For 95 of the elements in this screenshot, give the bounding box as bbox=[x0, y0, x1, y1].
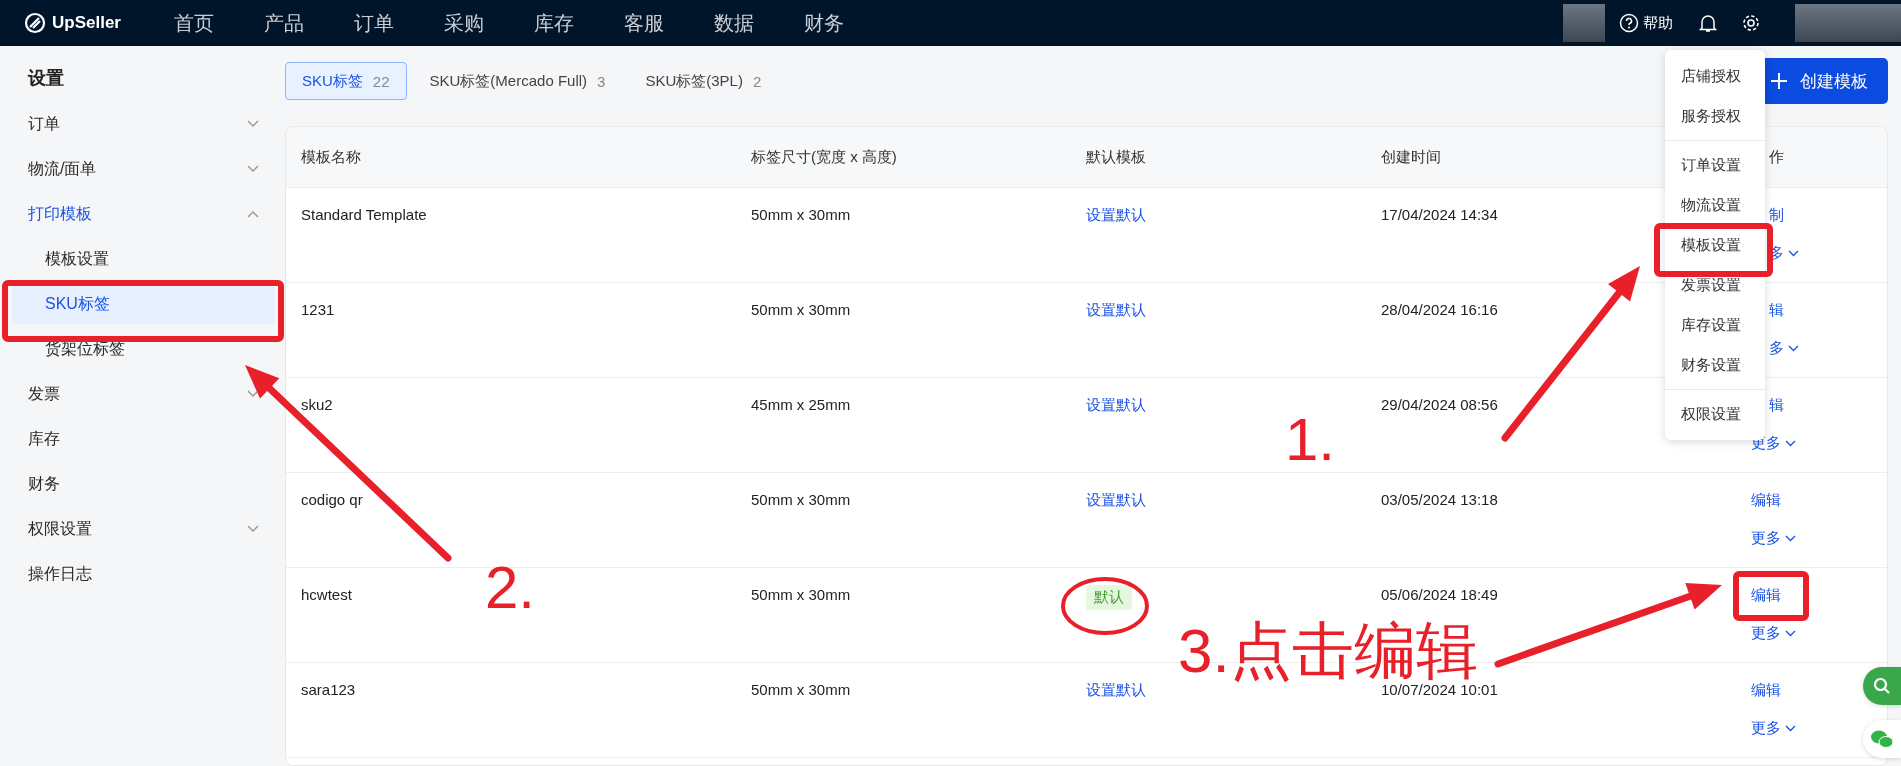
tab-count: 22 bbox=[372, 72, 390, 90]
sidebar-subitem[interactable]: SKU标签 bbox=[12, 284, 275, 324]
column-header: 模板名称 bbox=[301, 147, 361, 167]
menu-item[interactable]: 财务设置 bbox=[1665, 345, 1765, 385]
table-cell: 50mm x 30mm bbox=[751, 680, 851, 700]
default-tag: 默认 bbox=[1086, 585, 1132, 610]
table-cell: 45mm x 25mm bbox=[751, 395, 851, 415]
plus-icon bbox=[1770, 72, 1788, 90]
logo-icon bbox=[24, 12, 46, 34]
action-link[interactable]: 辑 bbox=[1769, 395, 1784, 415]
table-cell-text: 10/07/2024 10:01 bbox=[1381, 681, 1498, 700]
annotation-text: 2. bbox=[485, 558, 536, 618]
table-cell: sara123 bbox=[301, 680, 356, 700]
chevron-icon bbox=[247, 165, 259, 173]
chat-bubbles-icon bbox=[1870, 729, 1894, 749]
table-cell: 05/06/2024 18:49 bbox=[1381, 585, 1498, 605]
set-default-link[interactable]: 设置默认 bbox=[1086, 301, 1146, 318]
table-cell: 50mm x 30mm bbox=[751, 490, 851, 510]
nav-item[interactable]: 财务 bbox=[804, 9, 894, 37]
nav-item[interactable]: 库存 bbox=[534, 9, 624, 37]
action-link[interactable]: 编辑 bbox=[1751, 490, 1781, 510]
sidebar-item[interactable]: 订单 bbox=[0, 104, 275, 144]
annotation-text: 1. bbox=[1285, 410, 1336, 470]
nav-item[interactable]: 产品 bbox=[264, 9, 354, 37]
more-link[interactable]: 更多 bbox=[1751, 624, 1796, 643]
table-cell: 50mm x 30mm bbox=[751, 300, 851, 320]
sidebar-title: 设置 bbox=[26, 67, 65, 90]
table-cell: Standard Template bbox=[301, 205, 427, 225]
table-cell: sku2 bbox=[301, 395, 333, 415]
sidebar-item[interactable]: 操作日志 bbox=[0, 554, 275, 594]
column-header: 创建时间 bbox=[1381, 147, 1441, 167]
menu-item[interactable]: 发票设置 bbox=[1665, 265, 1765, 305]
bell-icon[interactable] bbox=[1699, 13, 1717, 33]
more-link[interactable]: 更多 bbox=[1751, 529, 1796, 548]
nav-item[interactable]: 首页 bbox=[174, 9, 264, 37]
set-default-link[interactable]: 设置默认 bbox=[1086, 396, 1146, 413]
sidebar-subitem[interactable]: 模板设置 bbox=[12, 239, 275, 279]
column-header: 作 bbox=[1769, 147, 1784, 167]
nav-item[interactable]: 客服 bbox=[624, 9, 714, 37]
chevron-icon bbox=[247, 120, 259, 128]
column-header: 默认模板 bbox=[1086, 147, 1146, 167]
wechat-button[interactable] bbox=[1863, 720, 1901, 758]
action-link[interactable]: 编辑 bbox=[1751, 585, 1781, 605]
settings-icon[interactable] bbox=[1741, 13, 1761, 33]
tab[interactable]: SKU标签(Mercado Full) 3 bbox=[412, 62, 623, 100]
table-cell: 03/05/2024 13:18 bbox=[1381, 490, 1498, 510]
table-cell: 1231 bbox=[301, 300, 335, 320]
menu-item[interactable]: 权限设置 bbox=[1665, 394, 1765, 434]
table-cell: codigo qr bbox=[301, 490, 363, 510]
action-link[interactable]: 编辑 bbox=[1751, 680, 1781, 700]
chevron-icon bbox=[247, 525, 259, 533]
chevron-icon bbox=[1785, 440, 1796, 447]
help-link[interactable]: 帮助 bbox=[1619, 13, 1673, 33]
logo-text: UpSeller bbox=[52, 13, 121, 33]
set-default-link[interactable]: 设置默认 bbox=[1086, 491, 1146, 508]
sidebar-item[interactable]: 权限设置 bbox=[0, 509, 275, 549]
menu-item[interactable]: 订单设置 bbox=[1665, 145, 1765, 185]
action-link[interactable]: 制 bbox=[1769, 205, 1784, 225]
sidebar-item[interactable]: 物流/面单 bbox=[0, 149, 275, 189]
more-link[interactable]: 多 bbox=[1769, 339, 1799, 358]
tab-count: 2 bbox=[752, 72, 762, 90]
nav-item[interactable]: 数据 bbox=[714, 9, 804, 37]
menu-item[interactable]: 模板设置 bbox=[1665, 225, 1765, 265]
tab-count: 3 bbox=[597, 72, 606, 90]
table-cell: 50mm x 30mm bbox=[751, 585, 851, 605]
chevron-icon bbox=[1788, 250, 1799, 257]
chevron-icon bbox=[247, 210, 259, 218]
chevron-icon bbox=[1788, 345, 1799, 352]
sidebar-item[interactable]: 财务 bbox=[0, 464, 275, 504]
chevron-icon bbox=[1785, 535, 1796, 542]
table-cell: 29/04/2024 08:56 bbox=[1381, 395, 1498, 415]
action-link[interactable]: 辑 bbox=[1769, 300, 1784, 320]
tab[interactable]: SKU标签(3PL) 2 bbox=[628, 62, 779, 100]
nav-item[interactable]: 订单 bbox=[354, 9, 444, 37]
sidebar-subitem[interactable]: 货架位标签 bbox=[12, 329, 275, 369]
table-cell: 17/04/2024 14:34 bbox=[1381, 205, 1498, 225]
help-icon bbox=[1619, 13, 1639, 33]
column-header: 标签尺寸(宽度 x 高度) bbox=[751, 147, 897, 167]
chevron-icon bbox=[1785, 630, 1796, 637]
redacted-block bbox=[1563, 4, 1605, 42]
search-button[interactable] bbox=[1863, 667, 1901, 705]
sidebar-item[interactable]: 打印模板 bbox=[0, 194, 275, 234]
table-cell: 28/04/2024 16:16 bbox=[1381, 300, 1498, 320]
table-cell: 50mm x 30mm bbox=[751, 205, 851, 225]
tab[interactable]: SKU标签 22 bbox=[285, 62, 407, 100]
menu-item[interactable]: 库存设置 bbox=[1665, 305, 1765, 345]
more-link[interactable]: 更多 bbox=[1751, 719, 1796, 738]
sidebar-item[interactable]: 库存 bbox=[0, 419, 275, 459]
nav-item[interactable]: 采购 bbox=[444, 9, 534, 37]
search-icon bbox=[1873, 677, 1891, 695]
set-default-link[interactable]: 设置默认 bbox=[1086, 206, 1146, 223]
chevron-icon bbox=[1785, 725, 1796, 732]
set-default-link[interactable]: 设置默认 bbox=[1086, 681, 1146, 698]
menu-item[interactable]: 物流设置 bbox=[1665, 185, 1765, 225]
table-cell: hcwtest bbox=[301, 585, 352, 605]
